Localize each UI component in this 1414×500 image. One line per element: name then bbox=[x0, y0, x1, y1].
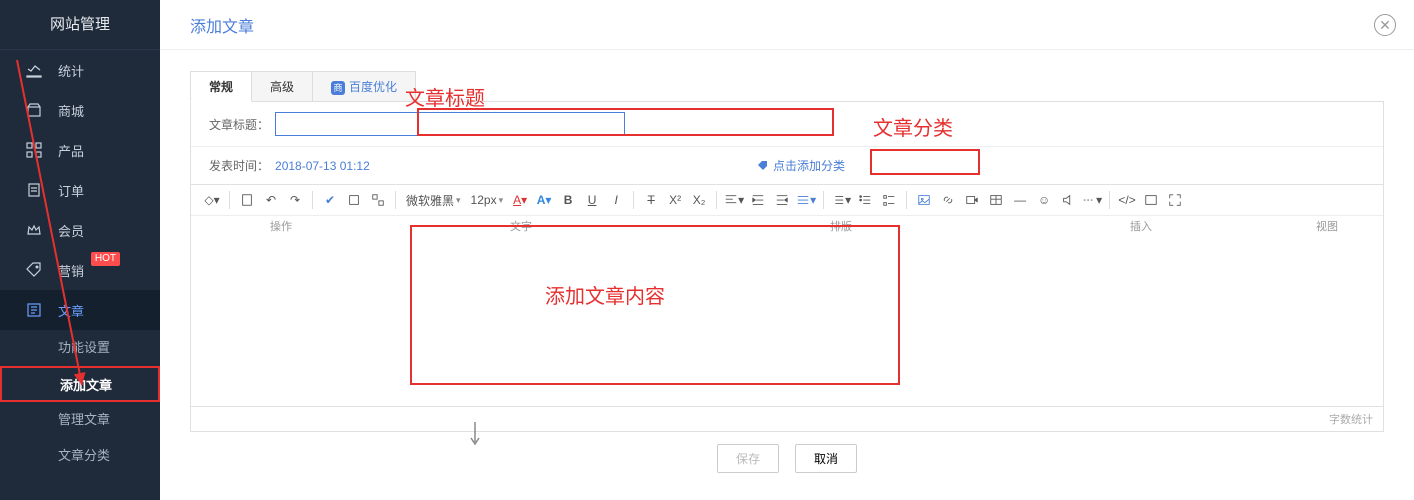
strikethrough-icon[interactable]: T bbox=[640, 189, 662, 211]
sidebar-label: 会员 bbox=[58, 221, 84, 240]
hot-badge: HOT bbox=[91, 252, 120, 266]
main-panel: 添加文章 ✕ 常规 高级 商百度优化 文章标题： 发表时间： 2018-07-1… bbox=[160, 0, 1414, 500]
order-icon bbox=[24, 180, 44, 200]
line-height-icon[interactable]: ▾ bbox=[795, 189, 817, 211]
wordcount-link[interactable]: 字数统计 bbox=[191, 406, 1383, 431]
page-header: 添加文章 ✕ bbox=[160, 0, 1414, 50]
footer-actions: 保存 取消 bbox=[190, 432, 1384, 485]
clear-format-icon[interactable] bbox=[343, 189, 365, 211]
undo-icon[interactable]: ↶ bbox=[260, 189, 282, 211]
underline-icon[interactable]: U bbox=[581, 189, 603, 211]
sidebar-item-stats[interactable]: 统计 bbox=[0, 50, 160, 90]
page-title: 添加文章 bbox=[190, 13, 254, 37]
pagebreak-icon[interactable]: ▾ bbox=[1081, 189, 1103, 211]
image-icon[interactable] bbox=[913, 189, 935, 211]
subscript-icon[interactable]: X₂ bbox=[688, 189, 710, 211]
italic-icon[interactable]: I bbox=[605, 189, 627, 211]
article-icon bbox=[24, 300, 44, 320]
tag-icon bbox=[24, 260, 44, 280]
title-input[interactable] bbox=[275, 112, 625, 136]
date-value[interactable]: 2018-07-13 01:12 bbox=[275, 159, 370, 173]
cancel-button[interactable]: 取消 bbox=[795, 444, 857, 473]
redo-icon[interactable]: ↷ bbox=[284, 189, 306, 211]
sidebar-item-mall[interactable]: 商城 bbox=[0, 90, 160, 130]
toolbar-group-labels: 操作 文字 排版 插入 视图 bbox=[191, 215, 1383, 236]
date-label: 发表时间： bbox=[209, 157, 269, 174]
tab-baidu[interactable]: 商百度优化 bbox=[312, 71, 416, 101]
code-icon[interactable]: </> bbox=[1116, 189, 1138, 211]
bold-icon[interactable]: B bbox=[557, 189, 579, 211]
sidebar-label: 产品 bbox=[58, 141, 84, 160]
sidebar-label: 订单 bbox=[58, 181, 84, 200]
form-area: 文章标题： 发表时间： 2018-07-13 01:12 点击添加分类 ◇▾ ↶… bbox=[190, 102, 1384, 432]
crown-icon bbox=[24, 220, 44, 240]
fullscreen-icon[interactable] bbox=[1164, 189, 1186, 211]
sidebar-label: 商城 bbox=[58, 101, 84, 120]
shop-icon bbox=[24, 100, 44, 120]
title-row: 文章标题： bbox=[191, 102, 1383, 146]
align-left-icon[interactable]: ▾ bbox=[723, 189, 745, 211]
unordered-list-icon[interactable] bbox=[854, 189, 876, 211]
eraser-icon[interactable]: ◇▾ bbox=[201, 189, 223, 211]
superscript-icon[interactable]: X² bbox=[664, 189, 686, 211]
font-color-icon[interactable]: A▾ bbox=[509, 189, 531, 211]
video-icon[interactable] bbox=[961, 189, 983, 211]
indent-left-icon[interactable] bbox=[747, 189, 769, 211]
select-all-icon[interactable] bbox=[367, 189, 389, 211]
sidebar-label: 统计 bbox=[58, 61, 84, 80]
preview-icon[interactable] bbox=[1140, 189, 1162, 211]
meta-row: 发表时间： 2018-07-13 01:12 点击添加分类 bbox=[191, 146, 1383, 184]
sidebar-item-order[interactable]: 订单 bbox=[0, 170, 160, 210]
baidu-icon: 商 bbox=[331, 81, 345, 95]
sidebar-label: 文章 bbox=[58, 301, 84, 320]
emoji-icon[interactable]: ☺ bbox=[1033, 189, 1055, 211]
title-label: 文章标题： bbox=[209, 116, 269, 133]
sidebar-sub-add-article[interactable]: 添加文章 bbox=[0, 366, 160, 402]
audio-icon[interactable] bbox=[1057, 189, 1079, 211]
ordered-list-icon[interactable]: ▾ bbox=[830, 189, 852, 211]
sidebar-title: 网站管理 bbox=[0, 0, 160, 50]
tab-general[interactable]: 常规 bbox=[190, 71, 252, 102]
sidebar-sub-settings[interactable]: 功能设置 bbox=[0, 330, 160, 366]
sidebar-item-article[interactable]: 文章 bbox=[0, 290, 160, 330]
format-brush-icon[interactable]: ✔ bbox=[319, 189, 341, 211]
grid-icon bbox=[24, 140, 44, 160]
tabs: 常规 高级 商百度优化 bbox=[190, 70, 1384, 102]
paste-icon[interactable] bbox=[236, 189, 258, 211]
indent-right-icon[interactable] bbox=[771, 189, 793, 211]
task-list-icon[interactable] bbox=[878, 189, 900, 211]
save-button[interactable]: 保存 bbox=[717, 444, 779, 473]
tab-advanced[interactable]: 高级 bbox=[251, 71, 313, 101]
sidebar-sub-category[interactable]: 文章分类 bbox=[0, 438, 160, 474]
add-category-link[interactable]: 点击添加分类 bbox=[757, 157, 845, 174]
sidebar-item-member[interactable]: 会员 bbox=[0, 210, 160, 250]
editor-body[interactable] bbox=[191, 236, 1383, 406]
content-area: 常规 高级 商百度优化 文章标题： 发表时间： 2018-07-13 01:12… bbox=[160, 50, 1414, 485]
sidebar-sub-manage-article[interactable]: 管理文章 bbox=[0, 402, 160, 438]
font-family-select[interactable]: 微软雅黑 bbox=[402, 190, 465, 211]
chart-icon bbox=[24, 60, 44, 80]
bg-color-icon[interactable]: A▾ bbox=[533, 189, 555, 211]
hr-icon[interactable]: — bbox=[1009, 189, 1031, 211]
close-button[interactable]: ✕ bbox=[1374, 14, 1396, 36]
font-size-select[interactable]: 12px bbox=[467, 191, 508, 209]
link-icon[interactable] bbox=[937, 189, 959, 211]
table-icon[interactable] bbox=[985, 189, 1007, 211]
sidebar: 网站管理 统计 商城 产品 订单 会员 营销 HOT 文章 功能设置 添加文章 … bbox=[0, 0, 160, 500]
editor-toolbar: ◇▾ ↶ ↷ ✔ 微软雅黑 12px A▾ A▾ B U I T X² bbox=[191, 184, 1383, 215]
sidebar-item-product[interactable]: 产品 bbox=[0, 130, 160, 170]
sidebar-item-marketing[interactable]: 营销 HOT bbox=[0, 250, 160, 290]
sidebar-label: 营销 bbox=[58, 261, 84, 280]
tag-icon bbox=[757, 160, 769, 172]
